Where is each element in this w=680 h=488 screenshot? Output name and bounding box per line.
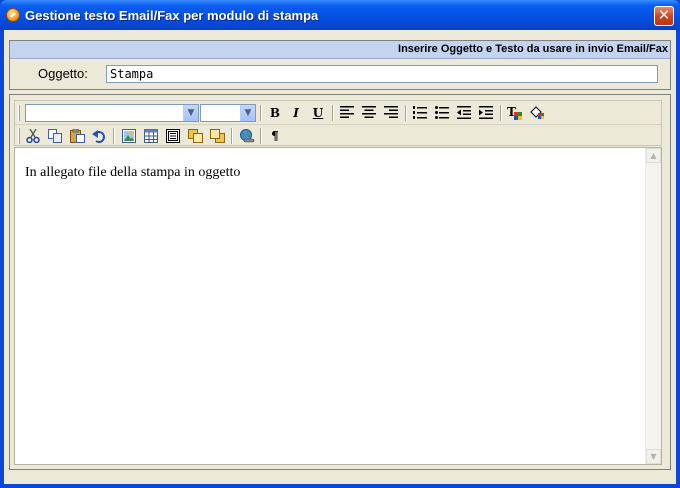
hint-text: Inserire Oggetto e Testo da usare in inv… [398, 43, 668, 55]
editor-content[interactable]: In allegato file della stampa in oggetto [25, 165, 240, 181]
align-left-icon[interactable] [337, 104, 357, 122]
subject-label: Oggetto: [38, 66, 88, 81]
underline-icon[interactable]: U [308, 104, 328, 122]
app-window: Gestione testo Email/Fax per modulo di s… [0, 0, 680, 488]
subject-input[interactable] [106, 65, 658, 83]
text-color-icon[interactable]: T [505, 104, 525, 122]
insert-image-icon[interactable] [119, 127, 139, 145]
align-right-icon[interactable] [381, 104, 401, 122]
editor-toolbar: ▼ ▼ B I U T ¶ [14, 100, 662, 146]
undo-icon[interactable] [89, 127, 109, 145]
app-icon [6, 8, 20, 22]
toolbar-separator [332, 105, 334, 121]
toolbar-grip[interactable] [18, 105, 20, 121]
hint-bar: Inserire Oggetto e Testo da usare in inv… [10, 41, 670, 59]
numbered-list-icon[interactable] [410, 104, 430, 122]
font-family-select[interactable]: ▼ [25, 104, 199, 122]
rich-text-editor[interactable]: In allegato file della stampa in oggetto… [14, 147, 662, 465]
scroll-up-button[interactable]: ▲ [646, 148, 661, 163]
paste-icon[interactable] [67, 127, 87, 145]
indent-icon[interactable] [476, 104, 496, 122]
toolbar-separator [260, 128, 262, 144]
insert-table-icon[interactable] [141, 127, 161, 145]
window-title: Gestione testo Email/Fax per modulo di s… [25, 8, 319, 23]
send-backward-icon[interactable] [207, 127, 227, 145]
toolbar-separator [405, 105, 407, 121]
close-button[interactable]: ✕ [654, 6, 674, 26]
vertical-scrollbar[interactable]: ▲ ▼ [645, 148, 661, 464]
subject-panel: Inserire Oggetto e Testo da usare in inv… [9, 40, 671, 90]
toolbar-grip[interactable] [18, 128, 20, 144]
editor-panel: ▼ ▼ B I U T ¶ In allegato file della sta… [9, 94, 671, 470]
highlight-color-icon[interactable] [527, 104, 547, 122]
cut-icon[interactable] [23, 127, 43, 145]
dialog-body: Inserire Oggetto e Testo da usare in inv… [4, 30, 676, 484]
toolbar-separator [231, 128, 233, 144]
toolbar-separator [260, 105, 262, 121]
insert-link-icon[interactable] [237, 127, 257, 145]
scroll-down-button[interactable]: ▼ [646, 449, 661, 464]
title-bar[interactable]: Gestione testo Email/Fax per modulo di s… [0, 0, 680, 30]
insert-frame-icon[interactable] [163, 127, 183, 145]
chevron-down-icon[interactable]: ▼ [183, 105, 198, 121]
copy-icon[interactable] [45, 127, 65, 145]
paragraph-mark-icon[interactable]: ¶ [265, 127, 285, 145]
italic-icon[interactable]: I [286, 104, 306, 122]
toolbar-row-formatting: ▼ ▼ B I U T [15, 102, 661, 124]
bullet-list-icon[interactable] [432, 104, 452, 122]
align-center-icon[interactable] [359, 104, 379, 122]
toolbar-separator [500, 105, 502, 121]
toolbar-separator [113, 128, 115, 144]
toolbar-row-editing: ¶ [15, 124, 661, 147]
chevron-down-icon[interactable]: ▼ [240, 105, 255, 121]
bold-icon[interactable]: B [265, 104, 285, 122]
font-size-select[interactable]: ▼ [200, 104, 256, 122]
outdent-icon[interactable] [454, 104, 474, 122]
bring-forward-icon[interactable] [185, 127, 205, 145]
